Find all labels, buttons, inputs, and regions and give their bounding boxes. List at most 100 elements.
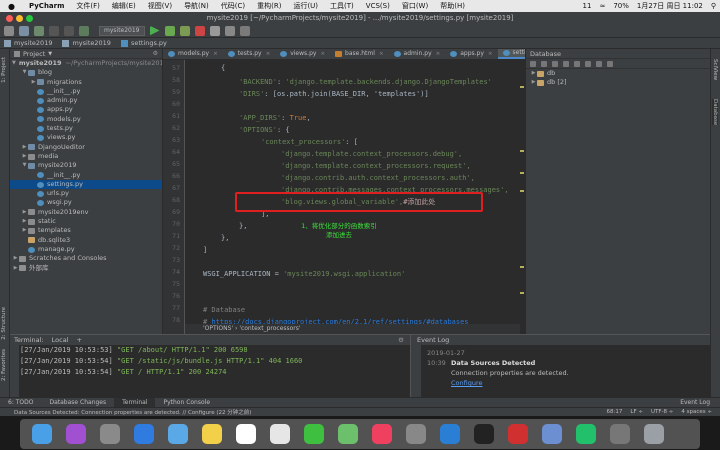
menu-tools[interactable]: 工具(T) [324,1,360,11]
refresh-icon[interactable] [541,60,547,67]
project-tree-item[interactable]: __init__.py [10,87,162,96]
settings-icon[interactable] [209,25,220,36]
table-icon[interactable] [585,60,591,67]
console-icon[interactable] [596,60,602,67]
chevron-down-icon[interactable]: ▼ [12,59,16,68]
code-editor[interactable]: { 'BACKEND': 'django.template.backends.d… [185,60,520,334]
terminal-output[interactable]: [27/Jan/2019 10:53:53] "GET /about/ HTTP… [10,345,410,378]
project-tree-item[interactable]: db.sqlite3 [10,236,162,245]
preview-app-icon[interactable] [542,424,562,444]
project-tree-item[interactable]: manage.py [10,245,162,254]
menu-navigate[interactable]: 导航(N) [178,1,215,11]
close-tab-icon[interactable]: × [213,49,218,59]
chevron-right-icon[interactable]: ▶ [21,208,28,217]
run-configuration-select[interactable]: mysite2019 [99,25,145,36]
file-encoding[interactable]: UTF-8 ÷ [651,409,673,415]
status-message[interactable]: Data Sources Detected: Connection proper… [14,408,251,416]
siri-app-icon[interactable] [66,424,86,444]
project-tree-item[interactable]: ▶ Scratches and Consoles [10,254,162,263]
chevron-right-icon[interactable]: ▶ [530,78,537,87]
notification-count[interactable]: 11 [579,2,596,10]
terminal-app-icon[interactable] [474,424,494,444]
menu-refactor[interactable]: 重构(R) [251,1,287,11]
menu-view[interactable]: 视图(V) [142,1,178,11]
close-tab-icon[interactable]: × [379,49,384,59]
save-all-icon[interactable] [19,25,29,36]
back-icon[interactable] [49,25,59,36]
project-tree-item[interactable]: ▶ static [10,217,162,226]
editor-tab[interactable]: admin.py × [389,49,446,59]
caret-position[interactable]: 68:17 [607,409,623,415]
chevron-down-icon[interactable]: ▼ [48,51,52,57]
chevron-right-icon[interactable]: ▶ [30,78,37,87]
project-tree-item[interactable]: settings.py [10,179,162,190]
calendar-app-icon[interactable] [236,424,256,444]
photos-app-icon[interactable] [270,424,290,444]
tool-tab-favorites[interactable]: 2: Favorites [1,349,7,381]
menu-run[interactable]: 运行(U) [287,1,324,11]
chevron-right-icon[interactable]: ▶ [21,217,28,226]
build-icon[interactable] [79,25,89,36]
sync-icon[interactable] [552,60,558,67]
project-tree-item[interactable]: wsgi.py [10,198,162,207]
configure-link[interactable]: Configure [451,379,483,387]
mail-app-icon[interactable] [168,424,188,444]
safari-app-icon[interactable] [134,424,154,444]
editor-tab[interactable]: models.py × [163,49,223,59]
menu-code[interactable]: 代码(C) [215,1,251,11]
menu-vcs[interactable]: VCS(S) [360,2,396,10]
stop-icon[interactable] [563,60,569,67]
editor-tab[interactable]: settings.py× [497,49,525,59]
chevron-down-icon[interactable]: ▼ [21,68,28,77]
apple-icon[interactable]: ● [0,2,23,11]
project-tree-item[interactable]: ▶ media [10,152,162,161]
editor-tab[interactable]: views.py × [275,49,330,59]
forward-icon[interactable] [64,25,74,36]
chevron-right-icon[interactable]: ▶ [12,254,19,263]
netease-app-icon[interactable] [508,424,528,444]
open-folder-icon[interactable] [4,25,14,36]
editor-tab[interactable]: base.html × [330,49,389,59]
project-tree-item[interactable]: ▼ blog [10,68,162,77]
tool-tab-sciview[interactable]: SciView [712,59,718,80]
menu-file[interactable]: 文件(F) [70,1,106,11]
menu-window[interactable]: 窗口(W) [396,1,434,11]
db-item[interactable]: ▶ db [2] [526,78,710,87]
chevron-right-icon[interactable]: ▶ [12,264,19,273]
vscode-app-icon[interactable] [440,424,460,444]
notes-app-icon[interactable] [202,424,222,444]
chevron-right-icon[interactable]: ▶ [21,152,28,161]
project-tree-item[interactable]: views.py [10,133,162,142]
project-tree-item[interactable]: ▶ DjangoUeditor [10,143,162,152]
close-window-icon[interactable] [6,15,13,22]
add-datasource-icon[interactable] [530,60,536,67]
tool-tab-structure[interactable]: 2: Structure [1,307,7,340]
other-app-icon[interactable] [610,424,630,444]
project-structure-icon[interactable] [224,25,235,36]
tool-tab-project[interactable]: 1: Project [1,57,7,83]
settings-app-icon[interactable] [406,424,426,444]
project-tree-item[interactable]: apps.py [10,105,162,114]
tab-terminal[interactable]: Terminal [114,397,156,408]
clock[interactable]: 1月27日 周日 11:02 [633,1,707,11]
minimize-window-icon[interactable] [16,15,23,22]
coverage-icon[interactable] [179,25,190,36]
wifi-icon[interactable]: ≈ [595,2,609,10]
breadcrumb-file[interactable]: settings.py [120,39,167,47]
project-tree-item[interactable]: ▼ mysite2019 [10,161,162,170]
finder-app-icon[interactable] [32,424,52,444]
project-tree-item[interactable]: ▶ templates [10,226,162,235]
breadcrumb-project[interactable]: mysite2019 [4,39,52,47]
pycharm-app-icon[interactable] [576,424,596,444]
close-tab-icon[interactable]: × [266,49,271,59]
project-tree-item[interactable]: ▼ mysite2019 ~/PycharmProjects/mysite201 [10,59,162,68]
stop-icon[interactable] [194,25,205,36]
filter-icon[interactable] [607,60,613,67]
search-everywhere-icon[interactable] [239,25,250,36]
project-tree-item[interactable]: urls.py [10,189,162,198]
close-tab-icon[interactable]: × [488,49,493,59]
search-icon[interactable]: ⚲ [707,2,720,10]
close-tab-icon[interactable]: × [320,49,325,59]
db-item[interactable]: ▶ db [526,69,710,78]
indent-setting[interactable]: 4 spaces ÷ [681,409,712,415]
